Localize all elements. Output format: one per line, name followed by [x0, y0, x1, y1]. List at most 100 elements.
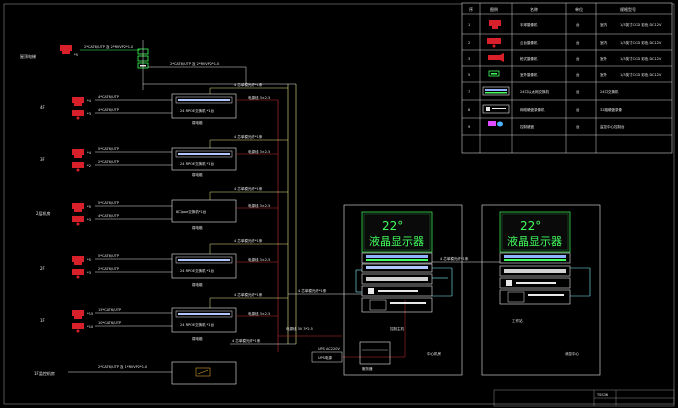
svg-text:2层机房: 2层机房	[36, 210, 51, 216]
center-room: 22° 液晶显示器 控制主机 服务器 中心机房	[343, 204, 463, 376]
branch-link: 4 芯单模光纤*1条	[432, 256, 500, 263]
svg-text:24口以太网交换机: 24口以太网交换机	[520, 89, 549, 94]
title-block: TSS36	[493, 389, 675, 407]
legend-table: 序 图例 名称 单位 规格型号 1 半球摄像机 台 室内 1/3英寸CCD 彩色…	[461, 2, 673, 154]
keyboard-mouse-icon	[488, 121, 503, 127]
ip-camera-red-icon	[72, 149, 84, 158]
svg-text:监控中心控制台: 监控中心控制台	[600, 124, 625, 129]
svg-text:屋顶电梯: 屋顶电梯	[20, 53, 36, 59]
svg-text:台: 台	[576, 56, 580, 61]
legend-header-no: 序	[469, 6, 473, 12]
svg-text:5*CAT6/UTP: 5*CAT6/UTP	[98, 201, 119, 205]
svg-text:台: 台	[576, 89, 580, 94]
drawing-code: TSS36	[596, 393, 608, 397]
ip-camera-red-icon	[72, 256, 84, 265]
svg-text:4 芯单模光纤*1条: 4 芯单模光纤*1条	[232, 338, 261, 343]
svg-text:2*CAT6/UTP: 2*CAT6/UTP	[98, 267, 119, 271]
center-link-lines: 4 芯单模光纤*1条 4 芯单模光纤*1条 电源线 3V 3*2.5 UPS A…	[230, 288, 406, 363]
svg-text:1/3英寸CCD 彩色 DC12V: 1/3英寸CCD 彩色 DC12V	[620, 72, 662, 77]
svg-text:3: 3	[468, 57, 470, 61]
cctv-system-diagram: 序 图例 名称 单位 规格型号 1 半球摄像机 台 室内 1/3英寸CCD 彩色…	[3, 2, 675, 407]
svg-text:*3: *3	[87, 112, 91, 116]
svg-text:4 芯单模光纤*1条: 4 芯单模光纤*1条	[298, 288, 327, 293]
svg-text:电源线 3×2.5: 电源线 3×2.5	[248, 203, 270, 208]
rack-stack	[499, 265, 571, 305]
monitor-room-box	[171, 361, 237, 385]
svg-text:24 RPOE交换机 *1台: 24 RPOE交换机 *1台	[180, 161, 215, 166]
server-icon	[359, 341, 391, 365]
legend-header-unit: 单位	[575, 6, 583, 12]
svg-text:4 芯单模光纤*1条: 4 芯单模光纤*1条	[234, 82, 263, 87]
svg-text:2*CAT6/UTP: 2*CAT6/UTP	[98, 160, 119, 164]
svg-text:云台摄像机: 云台摄像机	[520, 40, 538, 45]
svg-text:*3: *3	[87, 271, 91, 275]
ip-camera-red-icon	[72, 97, 84, 106]
svg-text:22°: 22°	[520, 219, 541, 233]
svg-text:32路硬盘录像: 32路硬盘录像	[600, 107, 622, 112]
svg-text:枪式摄像机: 枪式摄像机	[520, 56, 538, 61]
svg-text:中心机房: 中心机房	[427, 351, 441, 356]
svg-text:*4: *4	[87, 151, 92, 155]
svg-text:4 芯单模光纤*1条: 4 芯单模光纤*1条	[234, 134, 263, 139]
svg-text:*3: *3	[87, 218, 91, 222]
svg-text:*5: *5	[87, 258, 91, 262]
svg-text:液晶显示器: 液晶显示器	[507, 234, 562, 248]
ptz-camera-red-icon	[72, 269, 84, 279]
svg-text:弱电箱: 弱电箱	[192, 336, 203, 341]
switch-panel-icon	[171, 307, 237, 333]
svg-text:室外: 室外	[600, 56, 608, 61]
svg-text:24 RPOE交换机 *1台: 24 RPOE交换机 *1台	[180, 322, 215, 327]
svg-text:1/3英寸CCD 彩色 DC12V: 1/3英寸CCD 彩色 DC12V	[620, 56, 662, 61]
svg-text:1F: 1F	[40, 318, 46, 323]
svg-text:电源线 3×2.5: 电源线 3×2.5	[248, 95, 270, 100]
svg-text:台: 台	[576, 40, 580, 45]
svg-text:半球摄像机: 半球摄像机	[520, 22, 538, 27]
svg-text:台: 台	[576, 22, 580, 27]
svg-text:弱电箱: 弱电箱	[192, 120, 203, 125]
svg-text:2*CAT6/UTP 及 1*RVVP2*1.0: 2*CAT6/UTP 及 1*RVVP2*1.0	[98, 364, 147, 369]
svg-text:2*CAT6/UTP 及 2*RVVP2*1.0: 2*CAT6/UTP 及 2*RVVP2*1.0	[170, 61, 219, 66]
svg-text:8口poe交换机*1台: 8口poe交换机*1台	[176, 209, 207, 214]
svg-text:控制键盘: 控制键盘	[520, 124, 534, 129]
svg-text:弱电箱: 弱电箱	[192, 225, 203, 230]
fire-control-room: 22° 液晶显示器 工作站 消控中心	[481, 204, 601, 376]
svg-text:电源线 3×2.5: 电源线 3×2.5	[248, 257, 270, 262]
svg-text:9: 9	[468, 125, 470, 129]
svg-text:室内: 室内	[600, 40, 608, 45]
svg-text:24 RPOE交换机 *1台: 24 RPOE交换机 *1台	[180, 268, 215, 273]
svg-text:台: 台	[576, 72, 580, 77]
switch-panel-icon	[171, 147, 237, 171]
svg-text:*15: *15	[87, 312, 93, 316]
svg-text:1F监控机房: 1F监控机房	[34, 370, 55, 376]
svg-text:5*CAT6/UTP: 5*CAT6/UTP	[98, 254, 119, 258]
floor-2f-room: 2层机房 *5 5*CAT6/UTP *3 4*CAT6/UTP 8口poe交换…	[36, 186, 288, 230]
switch-panel-icon	[171, 93, 237, 119]
svg-text:弱电箱: 弱电箱	[192, 172, 203, 177]
svg-text:4 芯单模光纤*1条: 4 芯单模光纤*1条	[234, 292, 263, 297]
svg-text:*10: *10	[87, 325, 93, 329]
svg-text:电源线 3×2.5: 电源线 3×2.5	[248, 149, 270, 154]
svg-text:24 RPOE交换机 *1台: 24 RPOE交换机 *1台	[180, 108, 215, 113]
svg-text:24口交换机: 24口交换机	[600, 89, 619, 94]
svg-text:*4: *4	[87, 99, 92, 103]
switch-panel-icon	[171, 253, 237, 279]
floor-3f: 3F *4 5*CAT6/UTP *2 2*CAT6/UTP 24 RPOE交换…	[40, 134, 288, 177]
lcd-display: 22° 液晶显示器	[499, 211, 571, 253]
svg-text:5: 5	[468, 73, 470, 77]
svg-text:10*CAT6/UTP: 10*CAT6/UTP	[98, 321, 121, 325]
legend-header-name: 名称	[530, 6, 538, 12]
svg-text:电源线 3×2.5: 电源线 3×2.5	[248, 311, 270, 316]
svg-text:服务器: 服务器	[362, 366, 373, 371]
floor-2f: 2F *5 5*CAT6/UTP *3 2*CAT6/UTP 24 RPOE交换…	[40, 238, 288, 287]
floor-4f: 4F *4 4*CAT6/UTP *3 4*CAT6/UTP 24 RPOE交换…	[40, 82, 288, 125]
svg-text:2*CAT6/UTP 及 2*RVVP2*1.0: 2*CAT6/UTP 及 2*RVVP2*1.0	[84, 44, 133, 49]
svg-text:2: 2	[468, 41, 470, 45]
svg-text:网络硬盘录像机: 网络硬盘录像机	[520, 107, 545, 112]
svg-text:*5: *5	[87, 205, 91, 209]
svg-text:4*CAT6/UTP: 4*CAT6/UTP	[98, 108, 119, 112]
svg-text:台: 台	[576, 107, 580, 112]
svg-text:液晶显示器: 液晶显示器	[369, 234, 424, 248]
svg-text:UPS AC220V: UPS AC220V	[318, 347, 340, 351]
svg-text:消控中心: 消控中心	[565, 351, 579, 356]
ptz-camera-red-icon	[72, 162, 84, 172]
